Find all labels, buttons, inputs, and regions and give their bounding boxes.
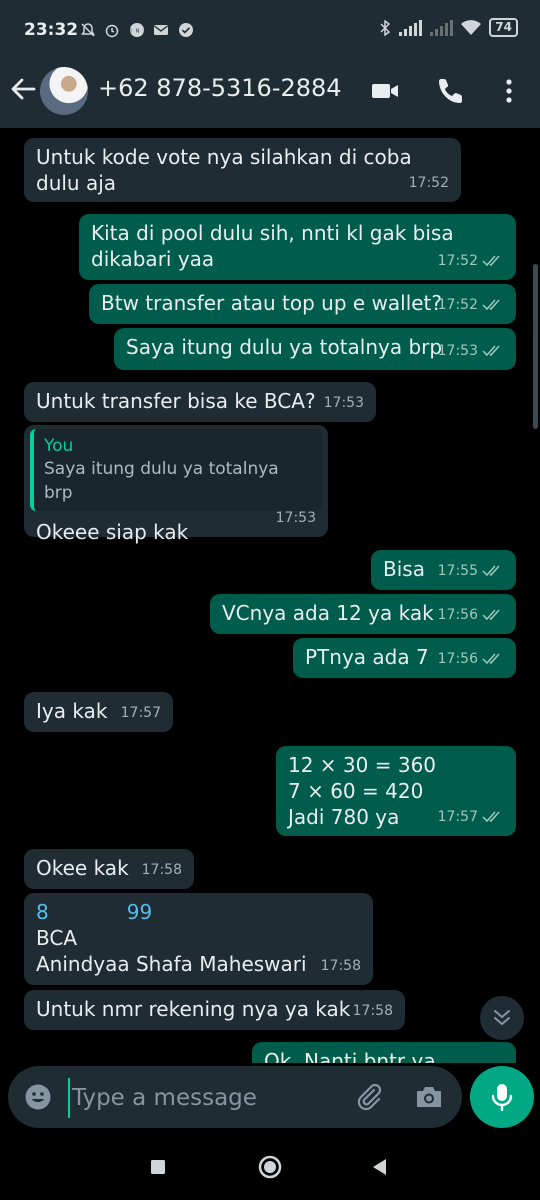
- quoted-message[interactable]: You Saya itung dulu ya totalnya brp: [30, 429, 322, 511]
- status-bar: 23:32 LINE 74: [0, 0, 540, 54]
- message-text: Ok. Nanti bntr ya: [264, 1049, 436, 1063]
- home-icon[interactable]: [257, 1154, 283, 1180]
- double-check-icon: [482, 811, 500, 823]
- message-line: BCA: [36, 926, 78, 950]
- message-bubble-outgoing[interactable]: 12 × 30 = 360 7 × 60 = 420 Jadi 780 ya 1…: [276, 746, 516, 836]
- message-time: 17:52: [438, 248, 504, 274]
- double-check-icon: [482, 345, 500, 357]
- battery-icon: 74: [489, 18, 518, 37]
- message-bubble-outgoing[interactable]: Bisa 17:55: [371, 550, 516, 590]
- back-icon[interactable]: [369, 1156, 391, 1178]
- quote-text: Saya itung dulu ya totalnya brp: [44, 459, 279, 503]
- message-text: Untuk nmr rekening nya ya kak: [36, 997, 351, 1021]
- message-line: 12 × 30 = 360: [288, 753, 437, 777]
- message-time: 17:57: [438, 804, 504, 830]
- message-line: Anindyaa Shafa Maheswari: [36, 952, 307, 976]
- message-bubble-outgoing[interactable]: Saya itung dulu ya totalnya brp 17:53: [114, 328, 516, 370]
- double-check-icon: [482, 565, 500, 577]
- message-time: 17:56: [438, 646, 504, 672]
- message-composer: [8, 1066, 462, 1128]
- chat-header: +62 878-5316-2884: [0, 54, 540, 128]
- double-check-icon: [482, 255, 500, 267]
- more-vert-icon[interactable]: [494, 76, 524, 106]
- message-list[interactable]: Untuk kode vote nya silahkan di coba dul…: [0, 128, 540, 1063]
- account-number-last: 99: [126, 900, 153, 924]
- message-time: 17:52: [438, 292, 504, 318]
- message-bubble-incoming[interactable]: Okee kak 17:58: [24, 849, 194, 889]
- message-time: 17:58: [352, 1003, 393, 1019]
- message-bubble-reply[interactable]: You Saya itung dulu ya totalnya brp Okee…: [24, 425, 328, 544]
- line-icon: LINE: [123, 23, 146, 37]
- message-bubble-outgoing[interactable]: VCnya ada 12 ya kak 17:56: [210, 594, 516, 634]
- message-bubble-outgoing[interactable]: Btw transfer atau top up e wallet? 17:52: [89, 284, 516, 324]
- emoji-icon[interactable]: [24, 1083, 52, 1111]
- message-time: 17:58: [141, 862, 182, 878]
- signal-2-icon: [430, 19, 454, 36]
- message-time: 17:53: [275, 510, 316, 526]
- message-input[interactable]: [68, 1078, 344, 1118]
- double-check-icon: [482, 609, 500, 621]
- recents-icon[interactable]: [147, 1156, 169, 1178]
- message-bubble-outgoing[interactable]: PTnya ada 7 17:56: [293, 638, 516, 678]
- status-right: 74: [379, 18, 518, 37]
- check-icon: [178, 23, 193, 37]
- double-check-icon: [482, 653, 500, 665]
- message-time: 17:55: [438, 558, 504, 584]
- notification-icons: LINE: [80, 22, 194, 42]
- avatar[interactable]: [40, 67, 88, 115]
- bluetooth-icon: [380, 19, 391, 36]
- message-bubble-outgoing[interactable]: Ok. Nanti bntr ya: [252, 1042, 516, 1063]
- double-check-icon: [482, 299, 500, 311]
- scrollbar[interactable]: [533, 264, 538, 429]
- message-line: 7 × 60 = 420: [288, 779, 424, 803]
- wifi-icon: [461, 19, 482, 35]
- mic-icon: [491, 1084, 513, 1112]
- account-number-first: 8: [36, 900, 49, 924]
- redaction: [48, 904, 127, 923]
- message-time: 17:52: [408, 175, 449, 191]
- mail-icon: [154, 25, 169, 35]
- message-bubble-incoming[interactable]: Iya kak 17:57: [24, 692, 173, 732]
- video-call-icon[interactable]: [370, 76, 400, 106]
- message-time: 17:57: [120, 705, 161, 721]
- phone-icon[interactable]: [436, 76, 466, 106]
- back-arrow-icon[interactable]: [8, 74, 38, 104]
- attach-icon[interactable]: [354, 1082, 384, 1112]
- navigation-bar: [0, 1136, 540, 1200]
- message-text: Untuk kode vote nya silahkan di coba dul…: [36, 145, 412, 195]
- message-bubble-incoming[interactable]: Untuk transfer bisa ke BCA? 17:53: [24, 382, 376, 422]
- message-time: 17:53: [438, 338, 504, 364]
- message-bubble-incoming[interactable]: Untuk nmr rekening nya ya kak 17:58: [24, 990, 405, 1030]
- status-time: 23:32: [24, 20, 79, 40]
- contact-name[interactable]: +62 878-5316-2884: [98, 74, 342, 102]
- message-bubble-incoming[interactable]: Untuk kode vote nya silahkan di coba dul…: [24, 138, 461, 202]
- double-chevron-down-icon: [494, 1010, 510, 1025]
- alarm-icon: [106, 24, 119, 38]
- message-text: Untuk transfer bisa ke BCA?: [36, 389, 316, 413]
- bell-off-icon: [81, 23, 95, 37]
- message-bubble-outgoing[interactable]: Kita di pool dulu sih, nnti kl gak bisa …: [79, 214, 516, 280]
- scroll-to-bottom-button[interactable]: [480, 996, 524, 1040]
- camera-icon[interactable]: [414, 1083, 444, 1111]
- message-time: 17:56: [438, 602, 504, 628]
- message-time: 17:53: [323, 395, 364, 411]
- quote-author: You: [44, 436, 74, 456]
- svg-text:LINE: LINE: [129, 29, 145, 35]
- message-bubble-incoming[interactable]: 8 99 BCA Anindyaa Shafa Maheswari 17:58: [24, 893, 373, 985]
- message-time: 17:58: [320, 958, 361, 974]
- account-number[interactable]: 8 99: [36, 899, 361, 925]
- voice-record-button[interactable]: [470, 1066, 534, 1128]
- signal-icon: [399, 19, 423, 36]
